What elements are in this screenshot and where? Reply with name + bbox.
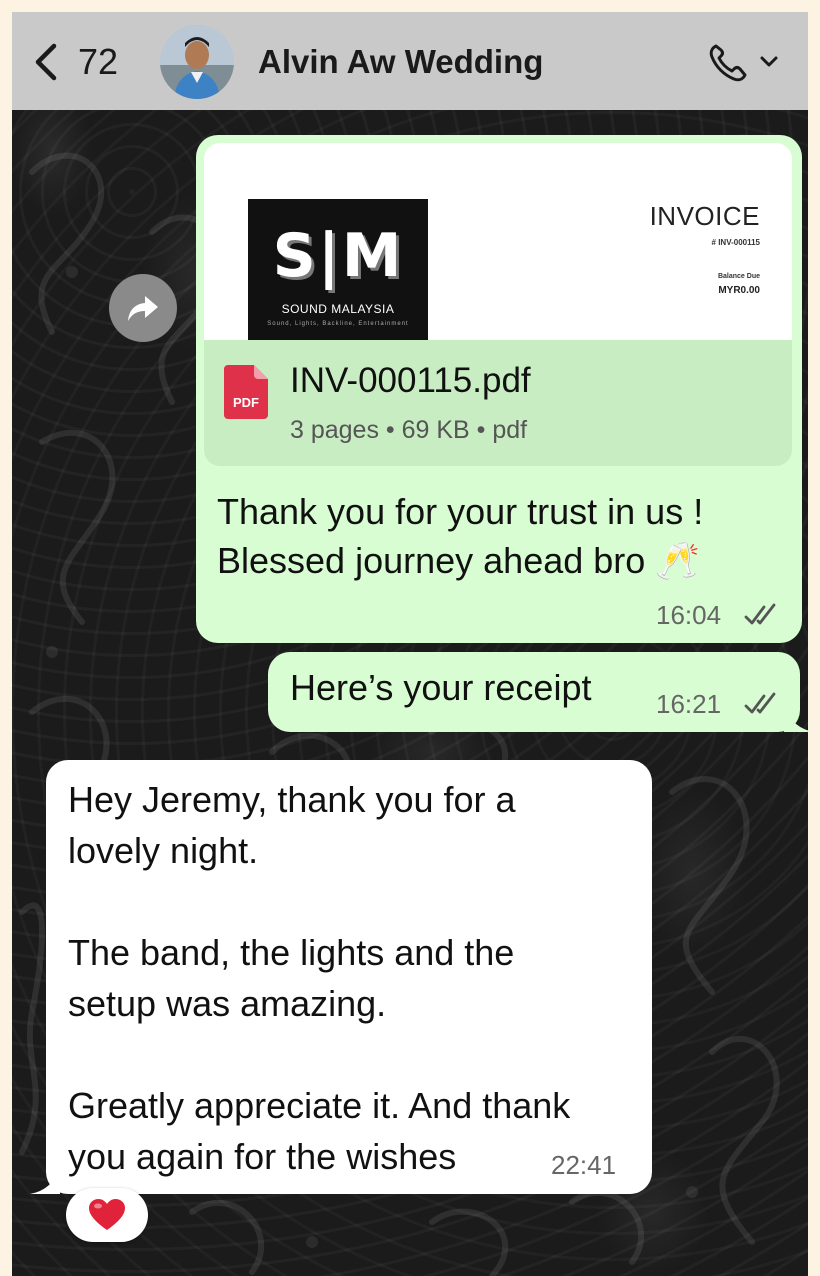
contact-avatar[interactable] bbox=[160, 25, 234, 99]
forward-button[interactable] bbox=[109, 274, 177, 342]
pdf-icon-label: PDF bbox=[233, 395, 259, 410]
invoice-number: # INV-000115 bbox=[711, 238, 760, 247]
bubble-tail bbox=[784, 706, 808, 732]
sound-malaysia-logo: S|M SOUND MALAYSIA Sound, Lights, Backli… bbox=[248, 199, 428, 340]
message-time: 16:04 bbox=[656, 600, 722, 630]
file-attachment-row[interactable]: PDF INV-000115.pdf 3 pages • 69 KB • pdf bbox=[204, 340, 792, 466]
logo-name: SOUND MALAYSIA bbox=[281, 302, 395, 316]
message-text: Here’s your receipt bbox=[290, 667, 592, 708]
balance-due-label: Balance Due bbox=[717, 273, 760, 280]
balance-due-value: MYR0.00 bbox=[718, 285, 760, 296]
outgoing-message-invoice[interactable]: S|M SOUND MALAYSIA Sound, Lights, Backli… bbox=[196, 135, 802, 643]
forward-arrow-icon bbox=[128, 296, 158, 321]
back-chevron-icon[interactable] bbox=[30, 42, 62, 82]
bubble-tail bbox=[30, 1168, 60, 1194]
avatar-image bbox=[160, 25, 234, 99]
read-receipt-icon bbox=[744, 603, 776, 625]
incoming-message-thanks[interactable]: Hey Jeremy, thank you for a lovely night… bbox=[30, 760, 652, 1194]
heart-icon bbox=[89, 1199, 125, 1230]
chat-header: 72 Alvin Aw Wedding bbox=[12, 12, 808, 110]
document-preview[interactable]: S|M SOUND MALAYSIA Sound, Lights, Backli… bbox=[204, 143, 792, 340]
message-time: 22:41 bbox=[551, 1150, 617, 1180]
chat-screen: 72 Alvin Aw Wedding S|M SOUND MALAYSIA S… bbox=[12, 12, 808, 1276]
chevron-down-icon bbox=[760, 56, 778, 67]
pdf-file-icon: PDF bbox=[224, 365, 268, 419]
outgoing-message-receipt[interactable]: Here’s your receipt 16:21 bbox=[268, 652, 808, 732]
logo-mark: S|M bbox=[272, 221, 404, 291]
message-time: 16:21 bbox=[656, 689, 722, 719]
heart-reaction[interactable] bbox=[66, 1188, 148, 1242]
chat-title[interactable]: Alvin Aw Wedding bbox=[258, 42, 543, 82]
invoice-title: INVOICE bbox=[649, 201, 760, 231]
logo-tagline: Sound, Lights, Backline, Entertainment bbox=[267, 321, 409, 327]
read-receipt-icon bbox=[744, 692, 776, 714]
phone-icon[interactable] bbox=[706, 40, 786, 84]
message-text: Thank you for your trust in us ! Blessed… bbox=[217, 491, 704, 581]
file-name: INV-000115.pdf bbox=[290, 361, 531, 400]
message-text: Hey Jeremy, thank you for a lovely night… bbox=[68, 779, 571, 1177]
file-meta: 3 pages • 69 KB • pdf bbox=[290, 416, 528, 444]
unread-count[interactable]: 72 bbox=[78, 40, 118, 84]
